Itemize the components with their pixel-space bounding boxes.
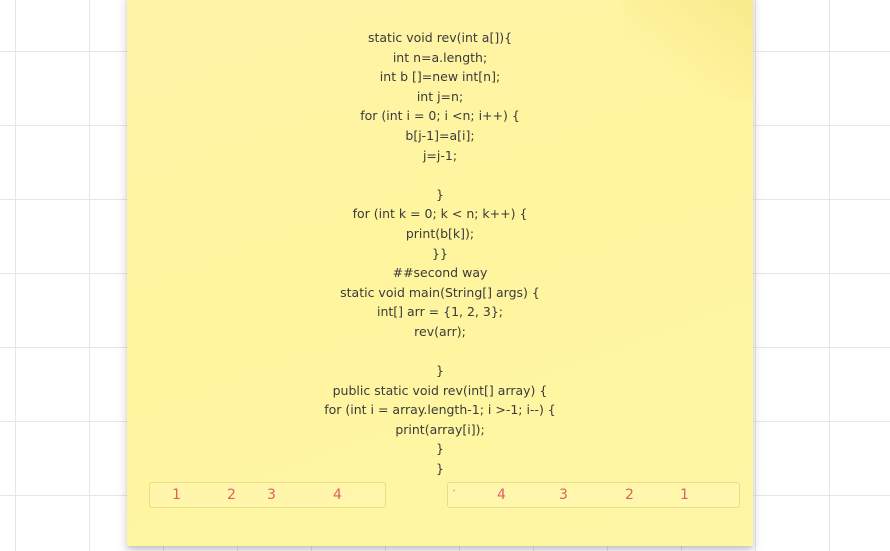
code-line: }}: [432, 245, 448, 261]
code-line: int b []=new int[n];: [379, 69, 501, 85]
code-line: }: [436, 461, 444, 477]
code-line: for (int k = 0; k < n; k++) {: [352, 206, 528, 222]
output-array-value: 2: [625, 487, 634, 503]
whiteboard-canvas[interactable]: { "note": { "lines": [ "static void rev(…: [0, 0, 890, 551]
output-array-box[interactable]: • 4 3 2 1: [447, 482, 740, 508]
code-line: int n=a.length;: [392, 49, 488, 65]
code-line: public static void rev(int[] array) {: [332, 382, 548, 398]
code-line: int[] arr = {1, 2, 3};: [376, 304, 504, 320]
code-line: j=j-1;: [422, 147, 458, 163]
code-line: }: [436, 363, 444, 379]
code-line: rev(arr);: [414, 323, 466, 339]
code-line: static void rev(int a[]){: [367, 30, 513, 45]
note-code-text[interactable]: static void rev(int a[]){ int n=a.length…: [127, 28, 753, 479]
output-array-value: 1: [680, 487, 689, 503]
code-line: b[j-1]=a[i];: [405, 127, 475, 143]
code-line: print(array[i]);: [395, 421, 485, 437]
code-line: for (int i = array.length-1; i >-1; i--)…: [324, 402, 556, 418]
code-line: ##second way: [392, 265, 488, 281]
output-array-value: 3: [559, 487, 568, 503]
code-line: print(b[k]);: [405, 225, 475, 241]
code-line: }: [436, 441, 444, 457]
input-array-value: 2: [227, 487, 236, 503]
input-array-value: 1: [172, 487, 181, 503]
code-line: for (int i = 0; i <n; i++) {: [360, 108, 520, 124]
input-array-box[interactable]: 1 2 3 4: [149, 482, 386, 508]
input-array-value: 4: [333, 487, 342, 503]
code-line: }: [436, 186, 444, 202]
code-line: int j=n;: [416, 88, 464, 104]
code-line: static void main(String[] args) {: [340, 284, 540, 300]
input-array-value: 3: [267, 487, 276, 503]
dot-marker: •: [453, 489, 456, 495]
output-array-value: 4: [497, 487, 506, 503]
